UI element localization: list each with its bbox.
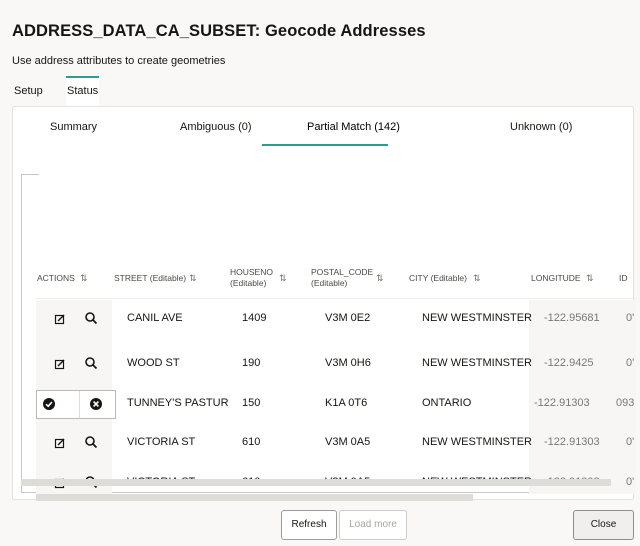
cell-city[interactable]: ONTARIO [422,397,471,409]
table-horizontal-scrollbar[interactable] [36,494,473,501]
edit-icon[interactable] [53,357,67,371]
row-edit-actions [36,390,116,419]
table-row: VICTORIA ST 610 V3M 0A5 NEW WESTMINSTER … [22,424,636,464]
cell-houseno[interactable]: 150 [242,397,260,409]
column-header-postal-code-line2: (Editable) [311,278,348,288]
cell-city[interactable]: NEW WESTMINSTER [422,312,532,324]
column-header-id: ID [619,273,628,283]
cell-id: 0' [626,476,635,488]
cell-postal-code[interactable]: K1A 0T6 [325,397,367,409]
edit-icon[interactable] [53,436,67,450]
tab-setup[interactable]: Setup [14,76,43,107]
table-row-editing: TUNNEY'S PASTUR 150 K1A 0T6 ONTARIO -122… [22,385,636,425]
column-header-street: STREET (Editable) [114,273,187,283]
tab-status[interactable]: Status [66,76,99,107]
search-icon[interactable] [84,311,98,325]
column-header-houseno-line2: (Editable) [230,278,267,288]
cell-longitude: -122.9425 [544,357,594,369]
cancel-circle-icon[interactable] [89,397,103,411]
sort-icon[interactable]: ⇅ [279,273,287,284]
table-row: WOOD ST 190 V3M 0H6 NEW WESTMINSTER -122… [22,345,636,385]
cell-street[interactable]: VICTORIA ST [127,436,195,448]
table-header: ACTIONS ⇅ STREET (Editable) ⇅ HOUSENO (E… [36,260,636,299]
status-panel: Summary Ambiguous (0) Partial Match (142… [12,106,636,540]
cell-longitude: -122.91303 [544,436,600,448]
inner-tab-bar: Summary Ambiguous (0) Partial Match (142… [13,107,633,147]
search-icon[interactable] [84,435,98,449]
sort-icon[interactable]: ⇅ [189,273,197,284]
cell-longitude: -122.95681 [544,312,600,324]
tab-ambiguous[interactable]: Ambiguous (0) [180,121,252,133]
cell-street[interactable]: WOOD ST [127,357,180,369]
column-header-actions: ACTIONS [37,273,75,283]
refresh-button[interactable]: Refresh [281,510,337,540]
sort-icon[interactable]: ⇅ [376,273,384,284]
cell-id: 093 [616,397,635,409]
selected-tab-indicator [262,144,388,146]
cell-houseno[interactable]: 1409 [242,312,266,324]
sort-icon[interactable]: ⇅ [80,273,88,284]
tab-partial-match[interactable]: Partial Match (142) [307,121,400,133]
cell-id: 0' [626,312,635,324]
dialog-title: ADDRESS_DATA_CA_SUBSET: Geocode Addresse… [12,22,426,40]
sort-icon[interactable]: ⇅ [473,273,481,284]
table-frame: ACTIONS ⇅ STREET (Editable) ⇅ HOUSENO (E… [21,174,636,540]
cell-longitude: -122.91303 [534,397,590,409]
dialog-subtitle: Use address attributes to create geometr… [12,55,226,67]
cell-houseno[interactable]: 190 [242,357,260,369]
column-header-city: CITY (Editable) [409,273,467,283]
cell-street[interactable]: CANIL AVE [127,312,183,324]
column-header-postal-code: POSTAL_CODE (Editable) [311,267,373,289]
cell-postal-code[interactable]: V3M 0A5 [325,436,370,448]
cell-city[interactable]: NEW WESTMINSTER [422,357,532,369]
tab-summary[interactable]: Summary [50,121,97,133]
cell-id: 0' [626,357,635,369]
cell-houseno[interactable]: 610 [242,436,260,448]
cell-city[interactable]: NEW WESTMINSTER [422,436,532,448]
tab-unknown[interactable]: Unknown (0) [510,121,572,133]
sort-icon[interactable]: ⇅ [586,273,594,284]
column-header-postal-code-line1: POSTAL_CODE [311,267,374,277]
close-button[interactable]: Close [573,510,634,540]
cell-postal-code[interactable]: V3M 0H6 [325,357,371,369]
column-header-houseno: HOUSENO (Editable) [230,267,273,289]
search-icon[interactable] [84,356,98,370]
table-row: CANIL AVE 1409 V3M 0E2 NEW WESTMINSTER -… [22,300,636,340]
table-body: CANIL AVE 1409 V3M 0E2 NEW WESTMINSTER -… [22,300,636,494]
load-more-button[interactable]: Load more [339,510,407,540]
column-header-longitude: LONGITUDE [531,273,581,283]
column-header-houseno-line1: HOUSENO [230,267,273,277]
divider [79,391,80,418]
edit-icon[interactable] [53,312,67,326]
check-circle-icon[interactable] [42,397,56,411]
cell-street[interactable]: TUNNEY'S PASTUR [127,397,229,409]
panel-horizontal-scrollbar[interactable] [21,479,611,486]
cell-id: 0' [626,436,635,448]
cell-postal-code[interactable]: V3M 0E2 [325,312,370,324]
